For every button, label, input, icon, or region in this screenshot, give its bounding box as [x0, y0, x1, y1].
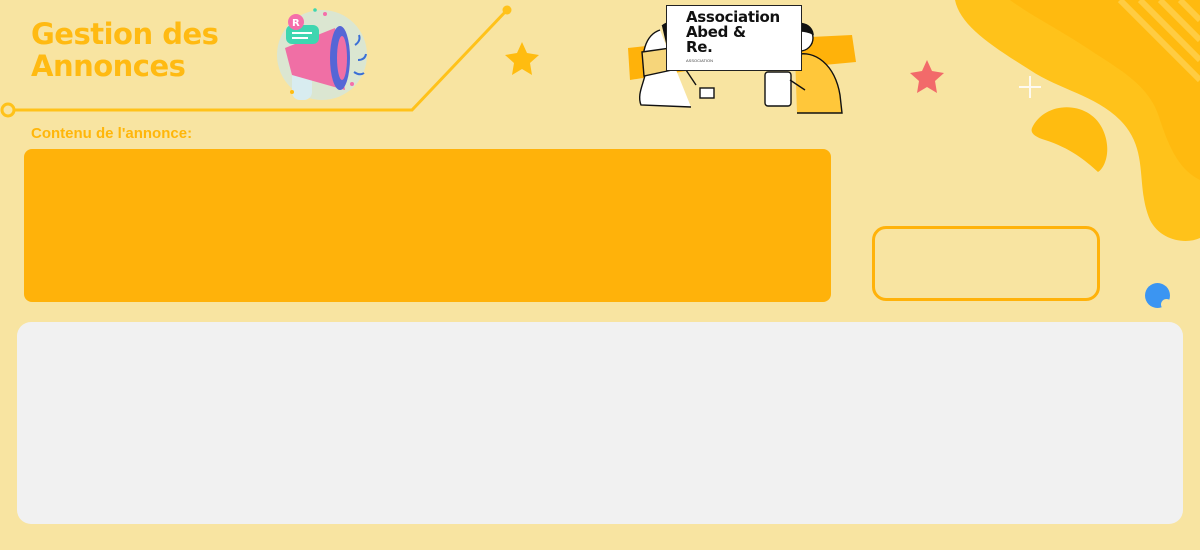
logo-name: Association Abed & Re. — [686, 8, 780, 56]
yellow-blob-shade — [1010, 0, 1200, 180]
logo-tagline: ASSOCIATION — [686, 58, 714, 63]
association-logo: Association Abed & Re. ASSOCIATION — [666, 5, 802, 71]
yellow-blob-shape — [955, 0, 1200, 241]
sparkle-icon — [1019, 76, 1041, 98]
svg-text:R: R — [292, 18, 300, 29]
page-title: Gestion des Annonces — [31, 17, 219, 83]
yellow-drop-shape — [1031, 107, 1108, 172]
chat-bubble-icon[interactable] — [1145, 283, 1172, 310]
announcement-content-input[interactable] — [24, 149, 831, 302]
announcements-list-panel — [17, 322, 1183, 524]
megaphone-icon: R — [277, 8, 367, 100]
content-label: Contenu de l'annonce: — [31, 125, 193, 142]
star-icon — [505, 42, 539, 75]
star-icon — [910, 60, 944, 93]
publish-button[interactable] — [872, 226, 1100, 301]
